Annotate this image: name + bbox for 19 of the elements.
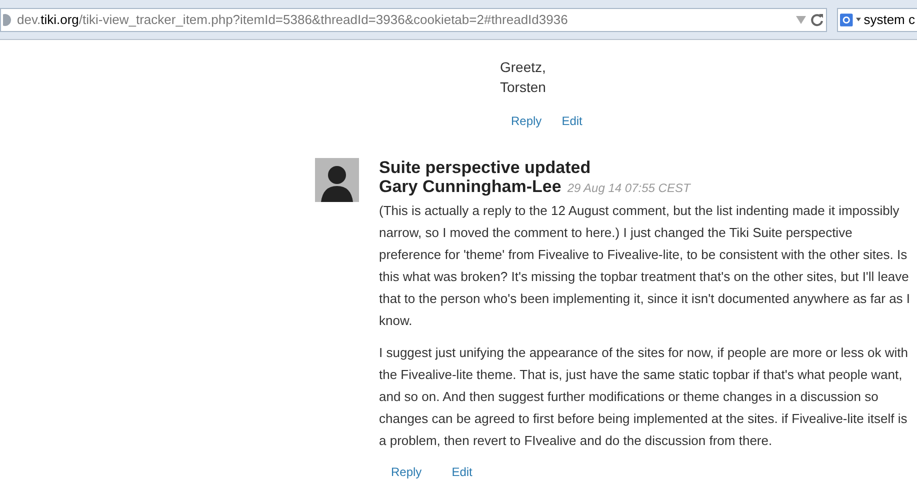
comment-action-link[interactable]: Edit <box>562 112 582 130</box>
comment-author: Gary Cunningham-Lee <box>379 177 562 196</box>
comment-text: Greetz, <box>500 58 547 77</box>
comment-paragraph: I suggest just unifying the appearance of the sites for now, if people are more or less ok with the Fivealive-lite theme. That is, just have the same static topbar if that's what people want, and so on. And then suggest further modifications or theme changes in a discussion so changes can be agreed to first before being implemented at the sites. if Fivealive-lite itself is a problem, then revert to FIvealive and do the discussion from there. <box>379 344 909 450</box>
url-text: dev.tiki.org/tiki-view_tracker_item.php?itemId=5386&threadId=3936&cookietab=2#threadId3936 <box>17 10 569 29</box>
comment-date: 29 Aug 14 07:55 CEST <box>567 180 690 197</box>
search-engine-icon <box>840 10 853 28</box>
search-text: system c <box>864 10 915 29</box>
avatar-icon <box>315 158 359 202</box>
comment-action-link[interactable]: Reply <box>511 112 542 130</box>
comment-text: Torsten <box>500 78 547 97</box>
comment-action-link[interactable]: Edit <box>452 463 472 481</box>
address-bar[interactable]: dev.tiki.org/tiki-view_tracker_item.php?itemId=5386&threadId=3936&cookietab=2#threadId3936 <box>0 8 827 32</box>
reload-icon[interactable] <box>810 12 824 26</box>
search-field[interactable]: system c <box>837 8 917 32</box>
comment-title: Suite perspective updated <box>379 158 592 177</box>
comment-action-link[interactable]: Reply <box>391 463 422 481</box>
dropdown-icon[interactable] <box>856 17 861 22</box>
comment-paragraph: (This is actually a reply to the 12 August comment, but the list indenting made it impossibly narrow, so I moved the comment to here.) I just changed the Tiki Suite perspective preference for 'theme' from Fivealive to Fivealive-lite, to be consistent with the other sites. Is this what was broken? It's missing the topbar treatment that's on the other sites, but I'll leave that to the person who's been implementing it, since it isn't documented anywhere as far as I know. <box>379 202 912 330</box>
